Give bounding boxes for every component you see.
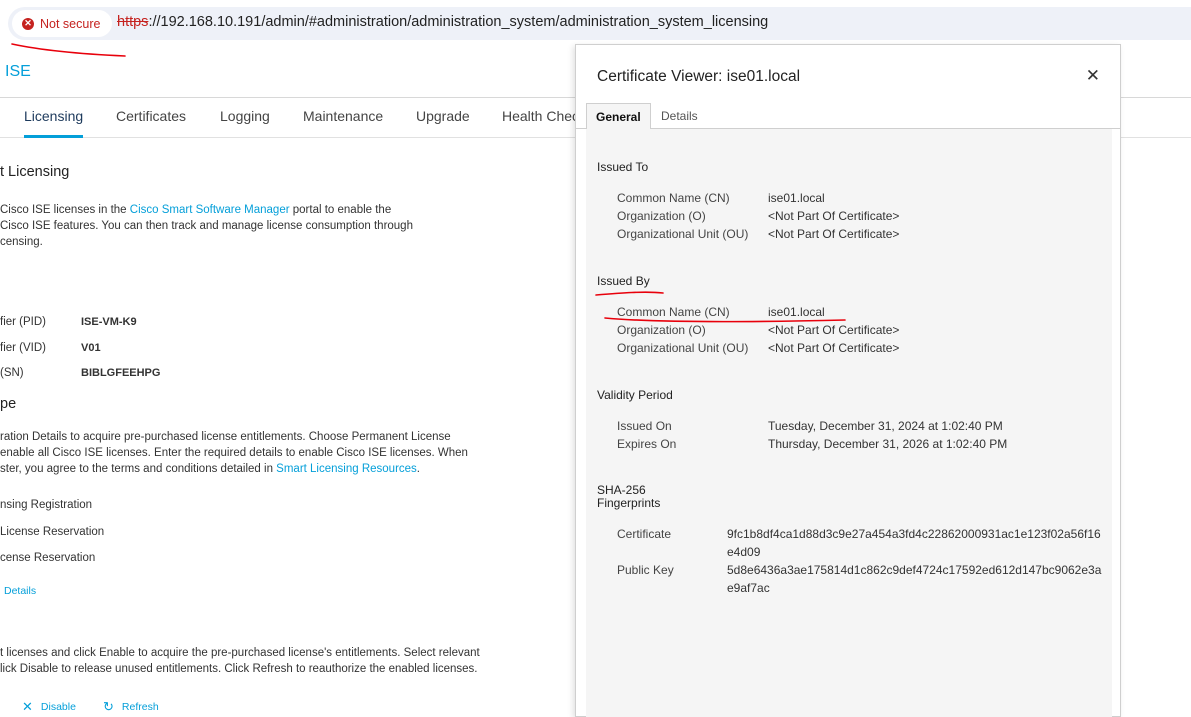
intro-line-3: censing. [0,236,43,248]
tab-health-checks[interactable]: Health Chec [502,108,579,124]
tab-upgrade[interactable]: Upgrade [416,108,470,124]
registration-details-link[interactable]: Details [4,585,36,597]
tab-general[interactable]: General [586,103,651,130]
issued-by-heading: Issued By [597,274,650,288]
issued-by-ou-value: <Not Part Of Certificate> [768,341,900,355]
licensing-page: t Licensing Cisco ISE licenses in the Ci… [0,138,575,717]
url-rest: ://192.168.10.191/admin/#administration/… [148,14,769,30]
browser-address-bar: ✕ Not secure https://192.168.10.191/admi… [0,0,1191,46]
close-icon: ✕ [22,699,33,714]
refresh-label: Refresh [121,701,159,713]
vid-label: fier (VID) [0,342,46,354]
intro-line-2: Cisco ISE features. You can then track a… [0,220,413,232]
issued-to-cn-label: Common Name (CN) [617,191,730,205]
licensing-heading: t Licensing [0,164,70,180]
intro-line-1: Cisco ISE licenses in the Cisco Smart So… [0,202,391,218]
entitlements-line-2: lick Disable to release unused entitleme… [0,663,478,675]
close-icon[interactable]: ✕ [1086,66,1100,86]
pid-label: fier (PID) [0,316,46,328]
option-specific-license-reservation[interactable]: License Reservation [0,526,104,538]
fingerprints-heading: SHA-256 Fingerprints [597,484,660,510]
url-scheme: https [117,14,149,30]
issued-to-cn-value: ise01.local [768,191,825,205]
issued-by-ou-label: Organizational Unit (OU) [617,341,749,355]
security-label: Not secure [40,16,101,31]
expires-on-label: Expires On [617,437,677,451]
issued-to-o-value: <Not Part Of Certificate> [768,209,900,223]
registration-type-heading: pe [0,396,17,412]
security-indicator[interactable]: ✕ Not secure [12,10,113,37]
issued-by-cn-value: ise01.local [768,305,825,319]
certificate-fingerprint-value: 9fc1b8df4ca1d88d3c9e27a454a3fd4c22862000… [727,527,1101,559]
type-text-b: . [416,463,420,475]
vid-value: V01 [81,342,101,354]
issued-by-o-label: Organization (O) [617,323,706,337]
issued-to-ou-value: <Not Part Of Certificate> [768,227,900,241]
tab-certificates[interactable]: Certificates [116,108,186,124]
tab-logging[interactable]: Logging [220,108,270,124]
option-permanent-license-reservation[interactable]: cense Reservation [0,552,95,564]
sn-label: (SN) [0,367,24,379]
intro-text-a: Cisco ISE licenses in the [0,204,130,216]
warning-icon: ✕ [22,17,34,30]
issued-by-o-value: <Not Part Of Certificate> [768,323,900,337]
app-title[interactable]: ISE [5,63,31,81]
disable-button[interactable]: ✕ Disable [22,699,76,715]
tab-licensing[interactable]: Licensing [24,108,84,138]
disable-label: Disable [40,701,76,713]
smart-licensing-resources-link[interactable]: Smart Licensing Resources [276,463,417,475]
viewer-tabs: General Details [576,103,1120,130]
type-text-a: ster, you agree to the terms and conditi… [0,463,277,475]
entitlements-line-1: t licenses and click Enable to acquire t… [0,647,480,659]
sn-value: BIBLGFEEHPG [81,367,161,379]
type-line-2: enable all Cisco ISE licenses. Enter the… [0,447,468,459]
issued-on-value: Tuesday, December 31, 2024 at 1:02:40 PM [768,419,1003,433]
issued-by-cn-label: Common Name (CN) [617,305,730,319]
certificate-fingerprint-label: Certificate [617,527,672,541]
intro-text-b: portal to enable the [289,204,392,216]
tab-maintenance[interactable]: Maintenance [303,108,383,124]
issued-to-ou-label: Organizational Unit (OU) [617,227,749,241]
option-smart-licensing-registration[interactable]: nsing Registration [0,499,92,511]
dialog-title: Certificate Viewer: ise01.local [597,68,801,85]
general-panel: Issued To Common Name (CN) ise01.local O… [586,129,1112,717]
url-text[interactable]: https://192.168.10.191/admin/#administra… [117,14,768,30]
tab-details[interactable]: Details [652,103,707,129]
public-key-fingerprint-value: 5d8e6436a3ae175814d1c862c9def4724c17592e… [727,563,1102,595]
cssm-link[interactable]: Cisco Smart Software Manager [130,204,290,216]
public-key-fingerprint-label: Public Key [617,563,674,577]
issued-to-o-label: Organization (O) [617,209,706,223]
expires-on-value: Thursday, December 31, 2026 at 1:02:40 P… [768,437,1008,451]
type-line-3: ster, you agree to the terms and conditi… [0,461,420,477]
issued-on-label: Issued On [617,419,672,433]
type-line-1: ration Details to acquire pre-purchased … [0,431,451,443]
refresh-icon: ↻ [103,699,114,714]
refresh-button[interactable]: ↻ Refresh [103,699,159,715]
validity-heading: Validity Period [597,388,673,402]
fingerprints-heading-line-2: Fingerprints [597,496,661,510]
pid-value: ISE-VM-K9 [81,316,137,328]
issued-to-heading: Issued To [597,160,649,174]
certificate-viewer-dialog: Certificate Viewer: ise01.local ✕ Genera… [575,44,1121,717]
